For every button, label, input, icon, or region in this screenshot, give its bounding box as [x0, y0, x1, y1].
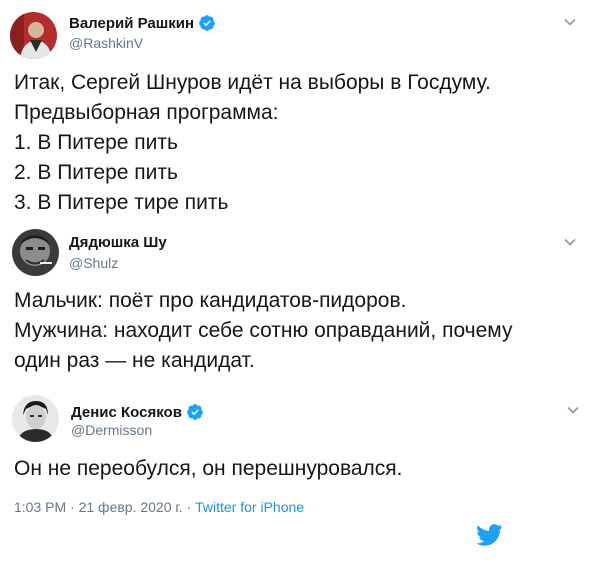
footer-separator: · — [182, 499, 196, 515]
display-name[interactable]: Дядюшка Шу — [69, 234, 167, 251]
tweet-text-line: Мальчик: поёт про кандидатов-пидоров. — [14, 289, 407, 312]
tweet-text-line: один раз — не кандидат. — [14, 349, 255, 372]
tweet-source-link[interactable]: Twitter for iPhone — [195, 499, 304, 515]
tweet-time[interactable]: 1:03 PM — [14, 499, 66, 515]
twitter-bird-icon[interactable] — [475, 523, 503, 547]
handle[interactable]: @Shulz — [69, 255, 118, 271]
tweet-text: Он не переобулся, он перешнуровался. — [14, 454, 403, 484]
avatar[interactable] — [10, 12, 57, 59]
chevron-down-icon[interactable] — [563, 15, 577, 29]
author-name-row[interactable]: Дядюшка Шу — [69, 234, 167, 251]
tweet-date[interactable]: 21 февр. 2020 г. — [79, 499, 183, 515]
handle[interactable]: @RashkinV — [69, 35, 143, 51]
tweet-shulz: Дядюшка Шу @Shulz Мальчик: поёт про канд… — [0, 225, 591, 390]
tweet-text-line: Предвыборная программа: — [14, 101, 279, 124]
tweet-text-line: Он не переобулся, он перешнуровался. — [14, 457, 403, 480]
tweet-text: Мальчик: поёт про кандидатов-пидоров. Му… — [14, 286, 512, 376]
tweet-text-line: Итак, Сергей Шнуров идёт на выборы в Гос… — [14, 71, 491, 94]
tweet-text-line: 3. В Питере тире пить — [14, 191, 229, 214]
display-name[interactable]: Валерий Рашкин — [69, 15, 194, 32]
author-name-row[interactable]: Валерий Рашкин — [69, 14, 216, 32]
avatar[interactable] — [12, 229, 59, 276]
chevron-down-icon[interactable] — [566, 403, 580, 417]
verified-badge-icon — [198, 14, 216, 32]
chevron-down-icon[interactable] — [563, 235, 577, 249]
tweet-text-line: 1. В Питере пить — [14, 131, 178, 154]
tweet-text-line: Мужчина: находит себе сотню оправданий, … — [14, 319, 513, 342]
handle[interactable]: @Dermisson — [71, 422, 152, 438]
footer-separator: · — [66, 499, 79, 515]
tweet-footer: 1:03 PM · 21 февр. 2020 г. · Twitter for… — [14, 499, 304, 515]
tweet-text-line: 2. В Питере пить — [14, 161, 178, 184]
display-name[interactable]: Денис Косяков — [71, 404, 182, 421]
verified-badge-icon — [186, 403, 204, 421]
tweet-rashkin: Валерий Рашкин @RashkinV Итак, Сергей Шн… — [0, 0, 591, 225]
author-name-row[interactable]: Денис Косяков — [71, 403, 204, 421]
tweet-text: Итак, Сергей Шнуров идёт на выборы в Гос… — [14, 68, 491, 218]
avatar[interactable] — [12, 395, 59, 442]
